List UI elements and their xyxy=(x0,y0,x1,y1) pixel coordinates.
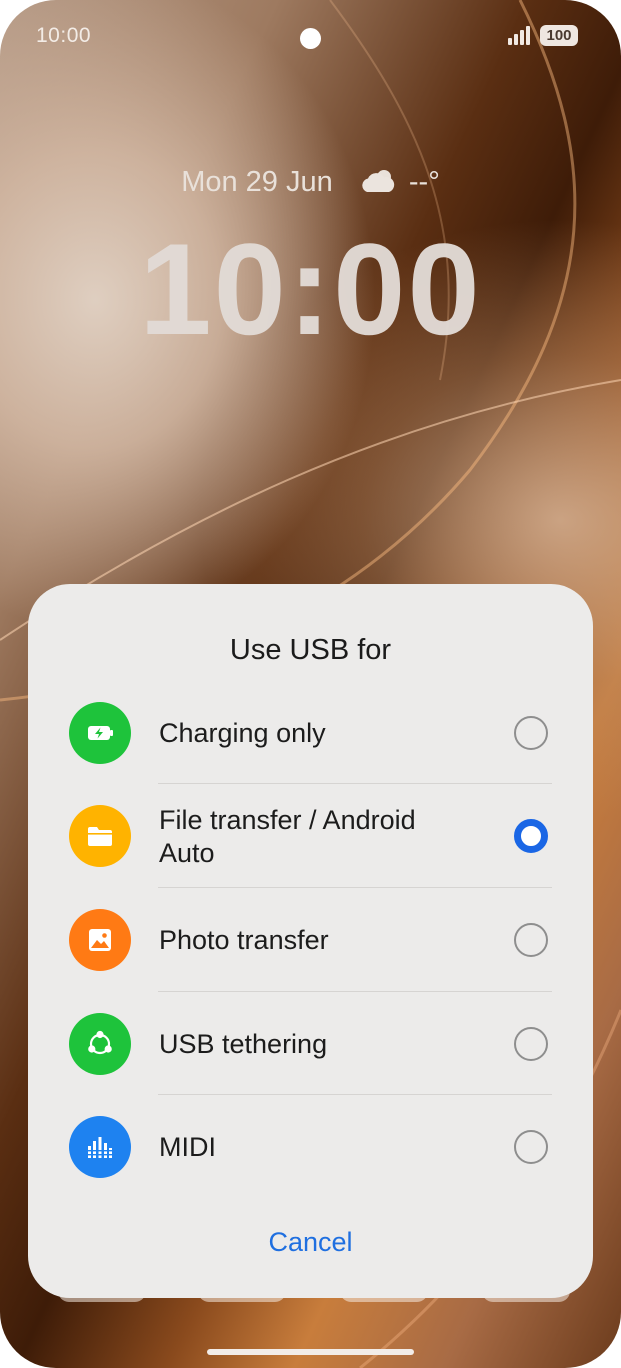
option-label: Charging only xyxy=(159,718,326,748)
lock-date-weather: Mon 29 Jun --° xyxy=(0,166,621,199)
divider xyxy=(158,887,552,888)
home-indicator[interactable] xyxy=(207,1349,414,1355)
radio-button[interactable] xyxy=(514,923,548,957)
phone-screen: 10:00 100 Mon 29 Jun --° 10:00 Use USB f… xyxy=(0,0,621,1368)
image-icon xyxy=(69,909,131,971)
option-charging-only[interactable]: Charging only xyxy=(28,700,593,766)
share-nodes-icon xyxy=(69,1013,131,1075)
front-camera xyxy=(300,28,321,49)
radio-button[interactable] xyxy=(514,716,548,750)
radio-button-selected[interactable] xyxy=(514,819,548,853)
divider xyxy=(158,991,552,992)
option-midi[interactable]: MIDI xyxy=(28,1114,593,1180)
cloud-icon xyxy=(362,170,394,192)
status-bar: 10:00 100 xyxy=(0,0,621,72)
option-label: MIDI xyxy=(159,1132,216,1162)
option-file-transfer[interactable]: File transfer / Android Auto xyxy=(28,803,593,869)
divider xyxy=(158,783,552,784)
option-usb-tethering[interactable]: USB tethering xyxy=(28,1011,593,1077)
folder-icon xyxy=(69,805,131,867)
option-photo-transfer[interactable]: Photo transfer xyxy=(28,907,593,973)
status-time: 10:00 xyxy=(36,24,92,47)
battery-charging-icon xyxy=(69,702,131,764)
divider xyxy=(158,1094,552,1095)
radio-button[interactable] xyxy=(514,1130,548,1164)
weather-temperature: --° xyxy=(408,166,440,198)
radio-button[interactable] xyxy=(514,1027,548,1061)
option-label: USB tethering xyxy=(159,1029,328,1059)
equalizer-icon xyxy=(69,1116,131,1178)
option-label: File transfer / Android Auto xyxy=(159,805,416,868)
battery-icon: 100 xyxy=(540,25,578,46)
option-label: Photo transfer xyxy=(159,925,329,955)
signal-icon xyxy=(508,25,532,45)
lock-date: Mon 29 Jun xyxy=(181,166,333,198)
dialog-title: Use USB for xyxy=(229,634,392,666)
cancel-button[interactable]: Cancel xyxy=(230,1222,391,1262)
lock-clock: 10:00 xyxy=(139,216,482,362)
